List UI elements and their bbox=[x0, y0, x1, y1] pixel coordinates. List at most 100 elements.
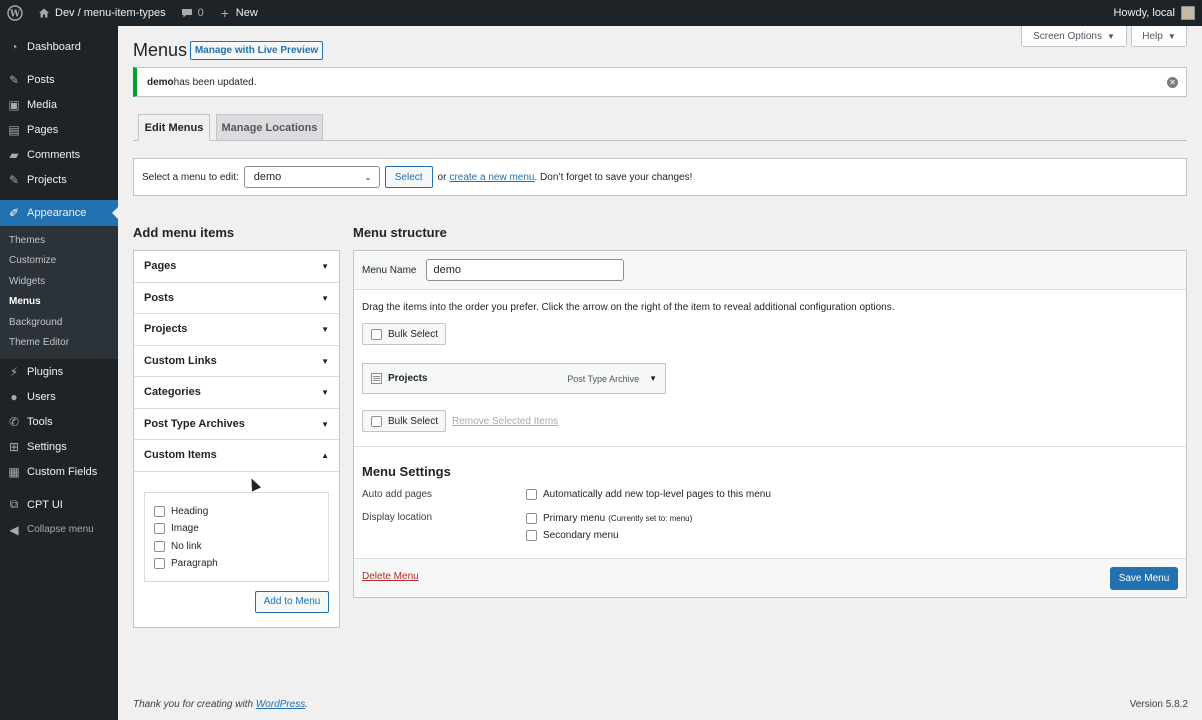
bulk-select-top[interactable]: Bulk Select bbox=[362, 323, 446, 345]
screen-options-button[interactable]: Screen Options ▼ bbox=[1021, 26, 1127, 47]
checkbox[interactable] bbox=[526, 513, 537, 524]
select-menu-label: Select a menu to edit: bbox=[142, 171, 239, 183]
checkbox[interactable] bbox=[154, 540, 165, 552]
accordion-label: Posts bbox=[144, 291, 174, 304]
site-name-link[interactable]: Dev / menu-item-types bbox=[30, 0, 173, 26]
main-content: Menus Manage with Live Preview Screen Op… bbox=[118, 26, 1202, 720]
drag-handle-icon[interactable] bbox=[371, 373, 382, 384]
sidebar-item-tools[interactable]: ✆ Tools bbox=[0, 409, 118, 434]
submenu-item-themes[interactable]: Themes bbox=[0, 230, 118, 251]
delete-menu-link[interactable]: Delete Menu bbox=[362, 571, 419, 582]
caret-down-icon[interactable]: ▼ bbox=[649, 374, 657, 383]
menu-select-value: demo bbox=[253, 171, 282, 183]
divider bbox=[354, 446, 1186, 447]
tab-manage-locations[interactable]: Manage Locations bbox=[216, 114, 323, 141]
submenu-item-widgets[interactable]: Widgets bbox=[0, 271, 118, 292]
list-item[interactable]: Heading bbox=[154, 503, 319, 521]
new-content-link[interactable]: + New bbox=[211, 0, 265, 26]
accordion-custom-items[interactable]: Custom Items ▲ bbox=[134, 440, 339, 472]
sidebar-item-label: Comments bbox=[27, 148, 81, 161]
accordion-categories[interactable]: Categories ▼ bbox=[134, 377, 339, 409]
sidebar-item-settings[interactable]: ⊞ Settings bbox=[0, 434, 118, 459]
sidebar-item-custom-fields[interactable]: ▦ Custom Fields bbox=[0, 459, 118, 484]
menu-item-card[interactable]: Projects Post Type Archive ▼ bbox=[362, 363, 666, 394]
sidebar-item-dashboard[interactable]: ◔ Dashboard bbox=[0, 34, 118, 59]
submenu-item-menus[interactable]: Menus bbox=[0, 292, 118, 313]
list-item[interactable]: Image bbox=[154, 520, 319, 538]
screen-options-label: Screen Options bbox=[1033, 30, 1102, 42]
primary-menu-option[interactable]: Primary menu (Currently set to: menu) bbox=[526, 513, 692, 524]
sidebar-item-label: Media bbox=[27, 98, 57, 111]
option-label: Primary menu bbox=[543, 513, 606, 524]
option-label: Automatically add new top-level pages to… bbox=[543, 489, 771, 500]
menu-settings-title: Menu Settings bbox=[362, 464, 451, 479]
footer-thanks: Thank you for creating with WordPress. bbox=[133, 699, 308, 710]
wordpress-logo-icon[interactable]: W bbox=[0, 0, 30, 26]
accordion-posts[interactable]: Posts ▼ bbox=[134, 283, 339, 314]
checkbox[interactable] bbox=[154, 558, 165, 570]
my-account[interactable]: Howdy, local bbox=[1113, 6, 1202, 20]
sidebar-item-appearance[interactable]: ✐ Appearance bbox=[0, 200, 118, 226]
checkbox[interactable] bbox=[154, 523, 165, 535]
accordion-pages[interactable]: Pages ▼ bbox=[134, 251, 339, 283]
admin-sidebar: ◔ Dashboard ✎ Posts ▣ Media ▤ Pages ▰ Co… bbox=[0, 26, 118, 720]
page-title: Menus bbox=[133, 40, 188, 60]
remove-selected-link[interactable]: Remove Selected Items bbox=[452, 416, 558, 427]
menu-name-input[interactable]: demo bbox=[426, 259, 625, 281]
menu-structure-panel: Menu Name demo Drag the items into the o… bbox=[353, 250, 1187, 598]
menu-select[interactable]: demo ⌄ bbox=[243, 166, 380, 188]
caret-down-icon: ▼ bbox=[321, 388, 329, 397]
pin-icon: ✎ bbox=[8, 172, 20, 187]
dismiss-icon[interactable]: ✕ bbox=[1167, 77, 1178, 88]
drag-instructions: Drag the items into the order you prefer… bbox=[362, 302, 895, 313]
accordion-custom-links[interactable]: Custom Links ▼ bbox=[134, 346, 339, 377]
list-item[interactable]: No link bbox=[154, 538, 319, 556]
help-button[interactable]: Help ▼ bbox=[1131, 26, 1187, 47]
submenu-item-theme-editor[interactable]: Theme Editor bbox=[0, 333, 118, 354]
wordpress-link[interactable]: WordPress bbox=[256, 699, 305, 710]
sidebar-item-posts[interactable]: ✎ Posts bbox=[0, 67, 118, 92]
page-icon: ▤ bbox=[8, 122, 20, 137]
admin-bar: W Dev / menu-item-types 0 + New Howdy, l… bbox=[0, 0, 1202, 26]
select-button[interactable]: Select bbox=[384, 166, 433, 188]
checkbox[interactable] bbox=[371, 328, 382, 340]
auto-add-option[interactable]: Automatically add new top-level pages to… bbox=[526, 489, 771, 500]
footer-period: . bbox=[305, 699, 309, 710]
item-label: Paragraph bbox=[171, 558, 218, 570]
custom-items-panel: Heading Image No link Paragraph Add to M… bbox=[134, 472, 339, 627]
bulk-select-bottom[interactable]: Bulk Select bbox=[362, 410, 446, 432]
submenu-item-background[interactable]: Background bbox=[0, 312, 118, 333]
sidebar-item-label: Posts bbox=[27, 73, 55, 86]
checkbox[interactable] bbox=[526, 489, 537, 500]
live-preview-button[interactable]: Manage with Live Preview bbox=[190, 41, 323, 60]
sidebar-item-comments[interactable]: ▰ Comments bbox=[0, 142, 118, 167]
item-label: Heading bbox=[171, 505, 209, 517]
site-name: Dev / menu-item-types bbox=[55, 7, 166, 19]
sidebar-item-cpt-ui[interactable]: ⧉ CPT UI bbox=[0, 492, 118, 517]
cptui-icon: ⧉ bbox=[9, 497, 19, 511]
accordion-post-type-archives[interactable]: Post Type Archives ▼ bbox=[134, 409, 339, 440]
sidebar-item-projects[interactable]: ✎ Projects bbox=[0, 167, 118, 192]
add-to-menu-button[interactable]: Add to Menu bbox=[255, 590, 329, 613]
checkbox[interactable] bbox=[371, 415, 382, 427]
submenu-item-customize[interactable]: Customize bbox=[0, 251, 118, 272]
sidebar-item-label: Settings bbox=[27, 440, 67, 453]
add-items-accordion: Pages ▼ Posts ▼ Projects ▼ Custom Links ▼ Ca… bbox=[133, 250, 340, 628]
sidebar-item-users[interactable]: ● Users bbox=[0, 384, 118, 409]
save-menu-button[interactable]: Save Menu bbox=[1110, 567, 1178, 590]
wrench-icon: ✆ bbox=[8, 414, 20, 429]
accordion-projects[interactable]: Projects ▼ bbox=[134, 314, 339, 346]
checkbox[interactable] bbox=[526, 530, 537, 541]
list-item[interactable]: Paragraph bbox=[154, 555, 319, 573]
secondary-menu-option[interactable]: Secondary menu bbox=[526, 530, 619, 541]
create-new-menu-link[interactable]: create a new menu bbox=[449, 172, 534, 183]
tab-edit-menus[interactable]: Edit Menus bbox=[138, 114, 210, 141]
sidebar-item-pages[interactable]: ▤ Pages bbox=[0, 117, 118, 142]
comments-link[interactable]: 0 bbox=[173, 0, 211, 26]
checkbox[interactable] bbox=[154, 505, 165, 517]
media-icon: ▣ bbox=[8, 97, 20, 112]
sidebar-item-plugins[interactable]: ⚡ Plugins bbox=[0, 359, 118, 384]
or-text: or bbox=[437, 171, 447, 183]
sidebar-item-media[interactable]: ▣ Media bbox=[0, 92, 118, 117]
collapse-menu-button[interactable]: ◀ Collapse menu bbox=[0, 517, 118, 542]
